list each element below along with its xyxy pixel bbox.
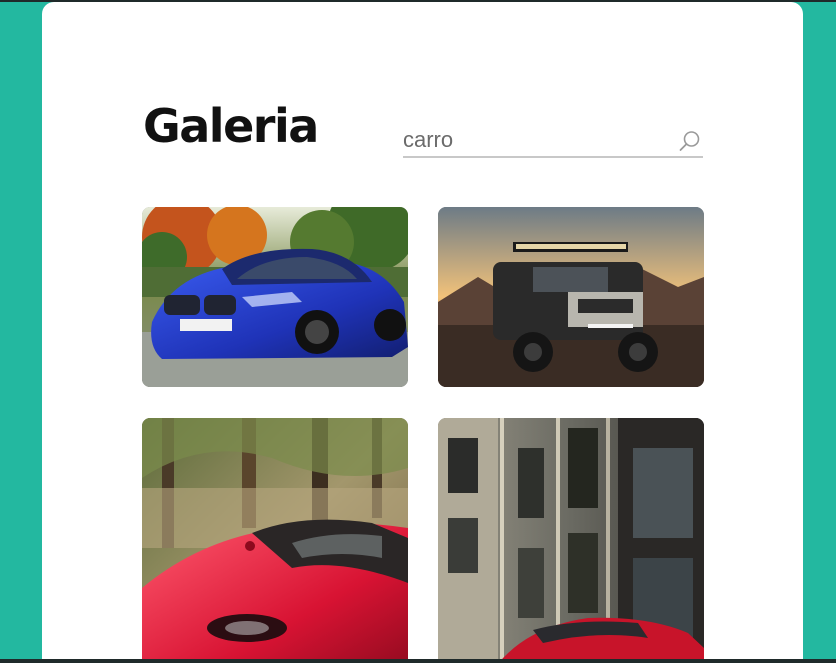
page-title: Galeria xyxy=(143,99,319,153)
window-bottom-edge xyxy=(0,659,836,663)
search-bar xyxy=(403,124,703,158)
search-input[interactable] xyxy=(403,124,663,156)
gallery-card: Galeria xyxy=(42,2,803,663)
offroad-truck-image xyxy=(438,207,704,387)
red-sports-car-image xyxy=(142,418,408,663)
gallery-item-blue-sedan[interactable] xyxy=(142,207,408,387)
blue-sedan-image xyxy=(142,207,408,387)
gallery-item-offroad-truck[interactable] xyxy=(438,207,704,387)
city-street-car-image xyxy=(438,418,704,663)
search-icon[interactable] xyxy=(679,130,701,152)
gallery-item-red-sports-car[interactable] xyxy=(142,418,408,663)
gallery-item-city-street-car[interactable] xyxy=(438,418,704,663)
